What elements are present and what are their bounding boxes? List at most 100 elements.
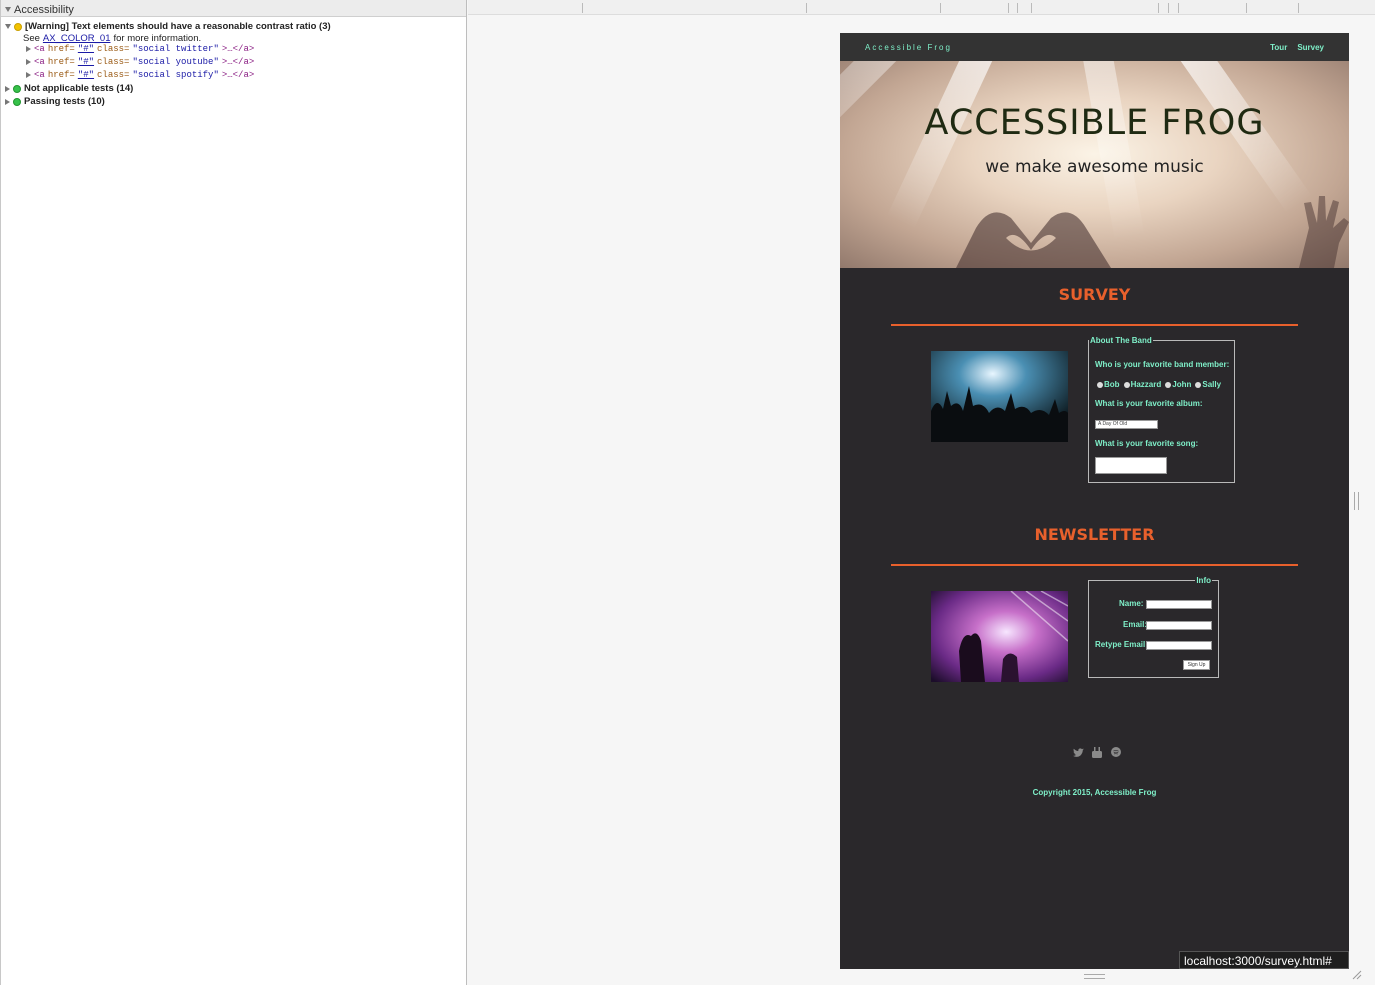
retype-email-label: Retype Email:	[1095, 640, 1148, 649]
element-node-youtube[interactable]: <a href= "#" class= "social youtube" >…</a>	[26, 57, 254, 67]
song-textarea[interactable]	[1095, 457, 1167, 474]
toolbar-divider	[940, 3, 941, 13]
radio-button[interactable]	[1123, 381, 1130, 388]
heart-hands-silhouette	[956, 212, 1111, 268]
radio-bob[interactable]: Bob	[1097, 380, 1120, 389]
name-label: Name:	[1119, 599, 1144, 608]
info-legend: Info	[1196, 576, 1211, 585]
album-select[interactable]: A Day Of Old	[1095, 420, 1158, 429]
about-the-band-legend: About The Band	[1090, 336, 1152, 345]
survey-divider	[891, 324, 1298, 326]
rule-link[interactable]: AX_COLOR_01	[43, 33, 111, 44]
collapse-triangle-icon[interactable]	[5, 24, 11, 29]
raised-hand-silhouette	[1299, 196, 1349, 268]
expand-triangle-icon[interactable]	[26, 59, 31, 65]
hero-title: ACCESSIBLE FROG	[924, 103, 1265, 143]
attr-value: "social spotify"	[132, 70, 219, 80]
copyright-text: Copyright 2015, Accessible Frog	[1032, 788, 1157, 797]
browser-toolbar	[468, 0, 1375, 15]
radio-label: Sally	[1202, 380, 1222, 389]
band-on-stage-photo	[931, 591, 1068, 682]
newsletter-heading: NEWSLETTER	[1034, 525, 1155, 544]
resize-corner-icon[interactable]	[1352, 970, 1362, 980]
radio-button[interactable]	[1097, 381, 1103, 388]
tag-open: <a	[34, 70, 45, 80]
horizontal-resize-handle[interactable]	[1084, 974, 1105, 979]
attr-value[interactable]: "#"	[78, 44, 94, 54]
sign-up-button[interactable]: Sign Up	[1183, 660, 1210, 670]
attr-value[interactable]: "#"	[78, 57, 94, 67]
site-brand[interactable]: Accessible Frog	[865, 43, 952, 52]
favorite-member-label: Who is your favorite band member:	[1095, 360, 1230, 369]
radio-label: Hazzard	[1130, 380, 1162, 389]
attr-name: href=	[47, 70, 75, 80]
expand-triangle-icon[interactable]	[26, 72, 31, 78]
email-input[interactable]	[1146, 621, 1212, 630]
passing-row[interactable]: Passing tests (10)	[5, 96, 105, 107]
radio-sally[interactable]: Sally	[1195, 380, 1221, 389]
radio-button[interactable]	[1195, 381, 1202, 388]
favorite-album-label: What is your favorite album:	[1095, 399, 1203, 408]
hero-subtitle: we make awesome music	[985, 157, 1204, 177]
not-applicable-label: Not applicable tests (14)	[24, 83, 134, 94]
survey-heading: SURVEY	[1058, 285, 1131, 304]
attr-name: href=	[47, 44, 75, 54]
element-node-spotify[interactable]: <a href= "#" class= "social spotify" >…</a>	[26, 70, 254, 80]
warning-row[interactable]: [Warning] Text elements should have a re…	[5, 21, 331, 32]
browser-viewport: Accessible Frog Tour Survey ACCESSIBLE F…	[840, 33, 1349, 969]
attr-value: "social twitter"	[132, 44, 219, 54]
name-input[interactable]	[1146, 600, 1212, 609]
twitter-icon[interactable]	[1072, 746, 1084, 758]
radio-button[interactable]	[1165, 381, 1172, 388]
radio-label: Bob	[1104, 380, 1120, 389]
toolbar-divider	[1017, 3, 1018, 13]
toolbar-divider	[582, 3, 583, 13]
radio-label: John	[1172, 380, 1192, 389]
nav-link-tour[interactable]: Tour	[1270, 43, 1287, 52]
radio-hazzard[interactable]: Hazzard	[1123, 380, 1162, 389]
newsletter-divider	[891, 564, 1298, 566]
passing-label: Passing tests (10)	[24, 96, 105, 107]
toolbar-divider	[806, 3, 807, 13]
attr-name: href=	[47, 57, 75, 67]
toolbar-divider	[1168, 3, 1169, 13]
retype-email-input[interactable]	[1146, 641, 1212, 650]
radio-john[interactable]: John	[1165, 380, 1191, 389]
pass-icon	[13, 97, 21, 106]
nav-link-survey[interactable]: Survey	[1297, 43, 1324, 52]
more-info-text: for more information.	[113, 33, 202, 44]
spotify-icon[interactable]	[1110, 746, 1122, 758]
toolbar-divider	[1031, 3, 1032, 13]
expand-triangle-icon[interactable]	[5, 85, 10, 92]
warning-icon	[14, 22, 22, 31]
expand-triangle-icon[interactable]	[26, 46, 31, 52]
rule-info: See AX_COLOR_01 for more information.	[23, 33, 201, 44]
vertical-resize-handle[interactable]	[1354, 492, 1359, 510]
attr-value: "social youtube"	[132, 57, 219, 67]
tag-close: >…</a>	[221, 57, 255, 67]
accessibility-panel-header[interactable]: Accessibility	[1, 0, 466, 17]
pass-icon	[13, 84, 21, 93]
hero-banner: ACCESSIBLE FROG we make awesome music	[840, 61, 1349, 268]
toolbar-divider	[1178, 3, 1179, 13]
expand-triangle-icon[interactable]	[5, 98, 10, 105]
toolbar-divider	[1298, 3, 1299, 13]
element-node-twitter[interactable]: <a href= "#" class= "social twitter" >…</a>	[26, 44, 254, 54]
toolbar-divider	[1008, 3, 1009, 13]
panel-title: Accessibility	[14, 3, 74, 16]
see-text: See	[23, 33, 40, 44]
tag-close: >…</a>	[221, 70, 255, 80]
attr-value[interactable]: "#"	[78, 70, 94, 80]
member-radio-group: Bob Hazzard John Sally	[1097, 380, 1221, 389]
tag-open: <a	[34, 44, 45, 54]
tag-open: <a	[34, 57, 45, 67]
collapse-triangle-icon[interactable]	[5, 7, 11, 12]
concert-crowd-photo	[931, 351, 1068, 442]
accessibility-panel: Accessibility [Warning] Text elements sh…	[0, 0, 467, 985]
not-applicable-row[interactable]: Not applicable tests (14)	[5, 83, 133, 94]
attr-name: class=	[97, 44, 130, 54]
youtube-icon[interactable]	[1091, 746, 1103, 758]
toolbar-divider	[1246, 3, 1247, 13]
attr-name: class=	[97, 70, 130, 80]
email-label: Email:	[1123, 620, 1148, 629]
